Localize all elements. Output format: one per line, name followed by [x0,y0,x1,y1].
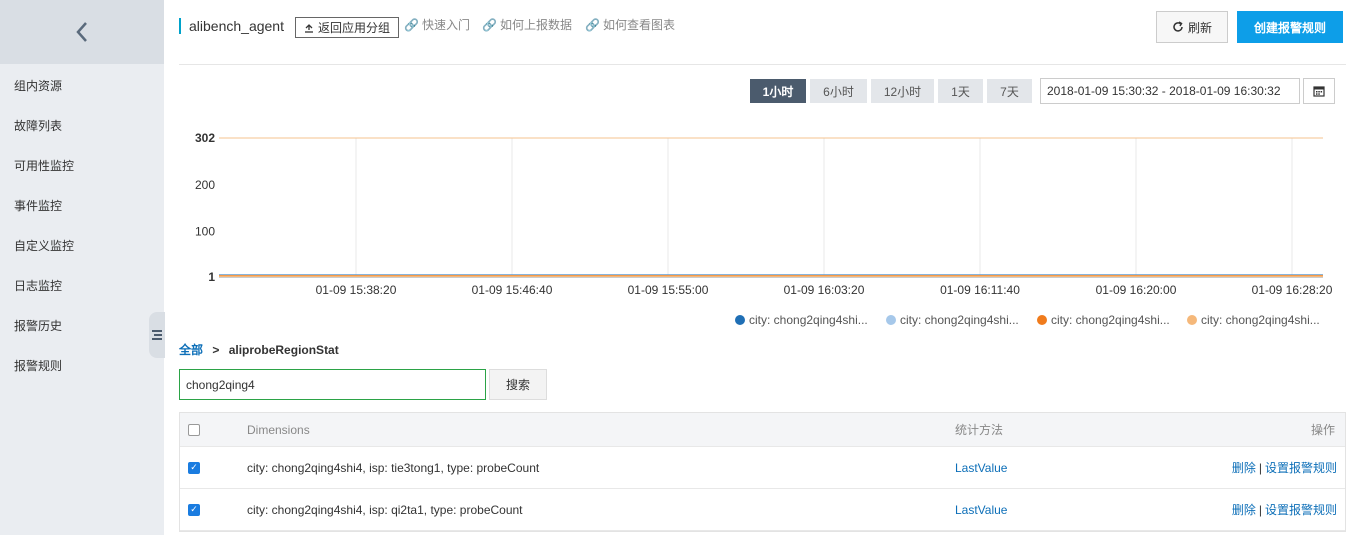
search-input[interactable] [179,369,486,400]
how-to-view-chart-link[interactable]: 🔗 如何查看图表 [585,16,675,33]
title-accent-bar [179,18,181,34]
dimensions-table: Dimensions 统计方法 操作 ✓ city: chong2qing4sh… [179,412,1346,532]
action-separator: | [1258,502,1262,517]
legend-item-4[interactable]: city: chong2qing4shi... [1187,313,1320,327]
collapse-sidebar-button[interactable] [0,0,164,64]
legend-item-3[interactable]: city: chong2qing4shi... [1037,313,1170,327]
refresh-button[interactable]: 刷新 [1156,11,1228,43]
x-tick-label: 01-09 16:20:00 [1096,283,1177,297]
legend-dot-icon [1037,315,1047,325]
refresh-label: 刷新 [1187,20,1212,35]
create-alarm-rule-button[interactable]: 创建报警规则 [1237,11,1343,43]
breadcrumb: 全部 > aliprobeRegionStat [179,341,339,358]
refresh-icon [1173,21,1183,32]
col-actions: 操作 [1310,423,1335,437]
row-checkbox[interactable]: ✓ [188,503,200,516]
set-alarm-rule-link[interactable]: 设置报警规则 [1265,459,1337,476]
sidebar-item-custom-monitor[interactable]: 自定义监控 [14,237,74,254]
calendar-button[interactable] [1303,78,1335,104]
link-icon: 🔗 [585,17,600,32]
legend-dot-icon [1187,315,1197,325]
link-icon: 🔗 [404,17,419,32]
sidebar-item-availability[interactable]: 可用性监控 [14,157,74,174]
legend-dot-icon [735,315,745,325]
sidebar-item-fault-list[interactable]: 故障列表 [14,117,62,134]
date-range-input[interactable]: 2018-01-09 15:30:32 - 2018-01-09 16:30:3… [1040,78,1300,104]
calendar-icon [1313,86,1325,97]
legend-label: city: chong2qing4shi... [1051,313,1170,327]
breadcrumb-current: aliprobeRegionStat [228,343,339,357]
how-to-view-chart-label: 如何查看图表 [602,18,675,32]
link-icon: 🔗 [482,17,497,32]
sidebar-item-event-monitor[interactable]: 事件监控 [14,197,62,214]
select-all-checkbox[interactable] [188,423,200,436]
row-dimensions: city: chong2qing4shi4, isp: tie3tong1, t… [247,460,540,475]
col-method: 统计方法 [955,423,1004,437]
quick-start-link[interactable]: 🔗 快速入门 [404,16,470,33]
breadcrumb-root[interactable]: 全部 [179,343,203,357]
row-method-link[interactable]: LastValue [955,447,1007,488]
x-tick-label: 01-09 15:38:20 [316,283,397,297]
y-tick-label: 302 [195,131,215,145]
y-tick-label: 200 [195,178,215,192]
how-to-report-label: 如何上报数据 [499,18,572,32]
y-tick-label: 1 [208,270,215,284]
back-to-group-label: 返回应用分组 [318,21,391,35]
y-tick-label: 100 [195,224,215,238]
x-tick-label: 01-09 15:55:00 [628,283,709,297]
metric-line-chart: 01-09 15:38:20 01-09 15:46:40 01-09 15:55:… [195,131,1333,297]
main-content: alibench_agent 返回应用分组 🔗 快速入门 🔗 如何上报数据 🔗 … [164,0,1346,535]
time-option-6h[interactable]: 6小时 [810,79,867,103]
time-option-12h[interactable]: 12小时 [871,79,934,103]
row-dimensions: city: chong2qing4shi4, isp: qi2ta1, type… [247,502,523,517]
time-option-1h[interactable]: 1小时 [750,79,806,103]
sidebar-item-alarm-history[interactable]: 报警历史 [14,317,62,334]
row-checkbox[interactable]: ✓ [188,461,200,474]
sidebar-item-group-resources[interactable]: 组内资源 [14,77,62,94]
x-tick-label: 01-09 16:28:20 [1252,283,1333,297]
search-button[interactable]: 搜索 [489,369,547,400]
how-to-report-link[interactable]: 🔗 如何上报数据 [482,16,572,33]
sidebar: 组内资源 故障列表 可用性监控 事件监控 自定义监控 日志监控 报警历史 报警规… [0,0,165,535]
quick-start-label: 快速入门 [421,18,470,32]
delete-link[interactable]: 删除 [1232,459,1256,476]
time-option-1d[interactable]: 1天 [938,79,983,103]
sidebar-item-log-monitor[interactable]: 日志监控 [14,277,62,294]
col-dimensions: Dimensions [247,422,310,437]
time-option-7d[interactable]: 7天 [987,79,1032,103]
app-title: alibench_agent [189,18,284,34]
upload-arrow-icon [305,23,313,33]
table-row: ✓ city: chong2qing4shi4, isp: tie3tong1,… [180,447,1345,489]
x-tick-label: 01-09 16:03:20 [784,283,865,297]
row-method-link[interactable]: LastValue [955,489,1007,530]
header-divider [179,64,1346,65]
legend-item-1[interactable]: city: chong2qing4shi... [735,313,868,327]
legend-label: city: chong2qing4shi... [1201,313,1320,327]
legend-label: city: chong2qing4shi... [900,313,1019,327]
sidebar-toggle-handle[interactable] [149,312,165,358]
breadcrumb-separator: > [212,343,220,357]
set-alarm-rule-link[interactable]: 设置报警规则 [1265,501,1337,518]
x-tick-label: 01-09 16:11:40 [940,283,1020,297]
action-separator: | [1258,460,1262,475]
table-header: Dimensions 统计方法 操作 [180,413,1345,447]
legend-label: city: chong2qing4shi... [749,313,868,327]
sidebar-item-alarm-rules[interactable]: 报警规则 [14,357,62,374]
legend-dot-icon [886,315,896,325]
legend-item-2[interactable]: city: chong2qing4shi... [886,313,1019,327]
chevron-left-icon [76,22,87,42]
table-row: ✓ city: chong2qing4shi4, isp: qi2ta1, ty… [180,489,1345,531]
menu-icon [152,330,162,340]
delete-link[interactable]: 删除 [1232,501,1256,518]
x-tick-label: 01-09 15:46:40 [472,283,553,297]
back-to-group-button[interactable]: 返回应用分组 [295,17,400,38]
